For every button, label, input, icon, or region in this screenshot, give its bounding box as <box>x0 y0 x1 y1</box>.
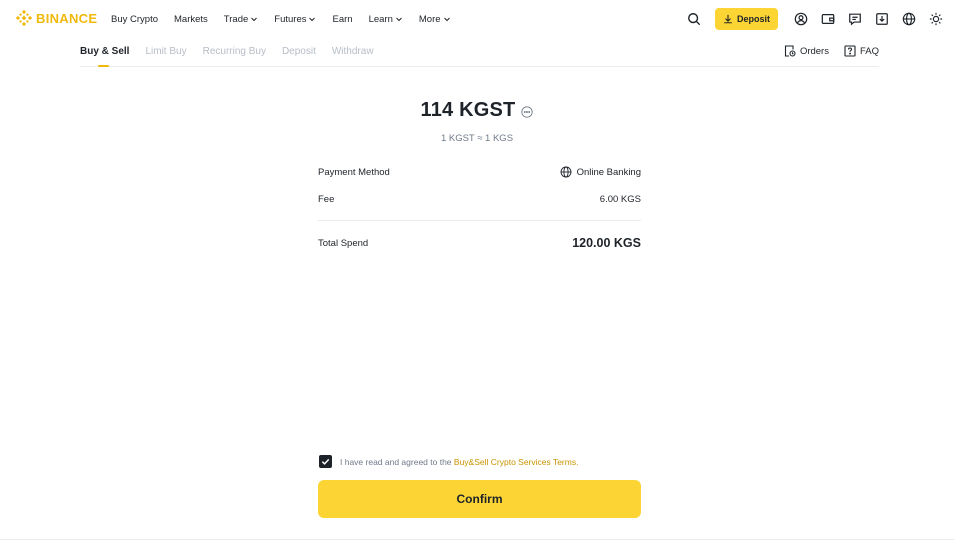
chevron-down-icon <box>251 17 258 22</box>
confirm-button[interactable]: Confirm <box>318 480 641 518</box>
subnav-links: Orders FAQ <box>769 45 879 57</box>
payment-method-label: Payment Method <box>318 166 390 178</box>
profile-button[interactable] <box>793 11 809 27</box>
nav-item-label: Markets <box>174 13 208 25</box>
nav-item-label: Earn <box>332 13 353 25</box>
payment-method-row: Payment Method Online Banking <box>318 162 641 182</box>
language-button[interactable] <box>901 11 917 27</box>
nav-item-more[interactable]: More <box>419 14 451 25</box>
orders-label: Orders <box>799 45 829 57</box>
nav-item-buy-crypto[interactable]: Buy Crypto <box>111 14 158 25</box>
chevron-down-icon <box>309 17 316 22</box>
tab-buy-sell[interactable]: Buy & Sell <box>80 46 129 67</box>
messages-button[interactable] <box>847 11 863 27</box>
exchange-rate: 1 KGST ≈ 1 KGS <box>440 133 514 144</box>
more-options-icon[interactable] <box>521 105 534 118</box>
agreement-prefix: I have read and agreed to the <box>340 456 452 467</box>
crypto-amount: 114 KGST <box>420 99 516 121</box>
terms-checkbox[interactable] <box>319 455 332 468</box>
wallet-button[interactable] <box>820 11 836 27</box>
chevron-down-icon <box>443 17 450 22</box>
order-amount: 114 KGST <box>0 99 954 122</box>
app-download-button[interactable] <box>874 11 890 27</box>
subnav-tabs: Buy & Sell Limit Buy Recurring Buy Deposit W… <box>80 46 390 67</box>
messages-icon <box>849 13 861 26</box>
deposit-button-label: Deposit <box>736 14 770 24</box>
check-icon <box>321 458 330 465</box>
agreement-text: I have read and agreed to the Buy&Sell C… <box>340 457 578 467</box>
terms-link[interactable]: Buy&Sell Crypto Services Terms. <box>454 457 579 467</box>
fee-value: 6.00 KGS <box>599 193 641 205</box>
tab-limit-buy[interactable]: Limit Buy <box>145 46 186 57</box>
nav-item-label: More <box>418 13 441 25</box>
nav-item-trade[interactable]: Trade <box>224 14 258 25</box>
orders-link[interactable]: Orders <box>784 45 829 57</box>
search-icon <box>688 13 701 26</box>
nav-item-label: Trade <box>223 13 249 25</box>
chevron-down-icon <box>396 17 402 22</box>
language-globe-icon <box>902 12 916 26</box>
payment-method-text: Online Banking <box>576 166 641 178</box>
tab-recurring-buy[interactable]: Recurring Buy <box>203 46 266 57</box>
nav-item-label: Learn <box>368 13 393 25</box>
globe-icon <box>560 166 572 178</box>
tab-deposit[interactable]: Deposit <box>282 46 316 57</box>
app-download-icon <box>876 13 888 25</box>
tab-withdraw[interactable]: Withdraw <box>332 46 374 57</box>
theme-toggle-button[interactable] <box>928 11 944 27</box>
payment-method-value: Online Banking <box>560 166 641 178</box>
top-navigation-bar: BINANCE Buy Crypto Markets Trade Futures Ear… <box>0 0 954 38</box>
total-spend-row: Total Spend 120.00 KGS <box>318 233 641 253</box>
buy-sell-subnav: Buy & Sell Limit Buy Recurring Buy Deposit W… <box>80 40 879 67</box>
terms-agreement: I have read and agreed to the Buy&Sell C… <box>319 455 578 468</box>
order-details: Payment Method Online Banking Fee 6.00 K… <box>318 162 641 253</box>
binance-logo[interactable]: BINANCE <box>16 10 97 26</box>
deposit-download-icon <box>724 14 732 24</box>
nav-item-earn[interactable]: Earn <box>332 14 352 25</box>
nav-actions: Deposit <box>675 7 944 31</box>
brand-name: BINANCE <box>36 10 98 26</box>
total-spend-label: Total Spend <box>318 237 369 249</box>
user-profile-icon <box>794 12 808 26</box>
faq-label: FAQ <box>859 45 879 57</box>
orders-icon <box>784 45 796 57</box>
search-button[interactable] <box>686 11 702 27</box>
nav-item-learn[interactable]: Learn <box>369 14 403 25</box>
details-divider <box>318 220 641 221</box>
total-spend-value: 120.00 KGS <box>572 236 641 250</box>
faq-link[interactable]: FAQ <box>844 45 879 57</box>
binance-logo-icon <box>16 10 32 26</box>
deposit-button[interactable]: Deposit <box>714 8 778 30</box>
nav-item-futures[interactable]: Futures <box>274 14 316 25</box>
fee-row: Fee 6.00 KGS <box>318 189 641 209</box>
faq-icon <box>844 45 856 57</box>
nav-item-label: Futures <box>274 13 307 25</box>
fee-label: Fee <box>318 193 335 205</box>
nav-item-markets[interactable]: Markets <box>174 14 208 25</box>
nav-item-label: Buy Crypto <box>111 13 158 25</box>
theme-sun-icon <box>929 12 943 26</box>
main-menu: Buy Crypto Markets Trade Futures Earn Learn Mo… <box>111 0 467 38</box>
wallet-icon <box>821 14 835 24</box>
